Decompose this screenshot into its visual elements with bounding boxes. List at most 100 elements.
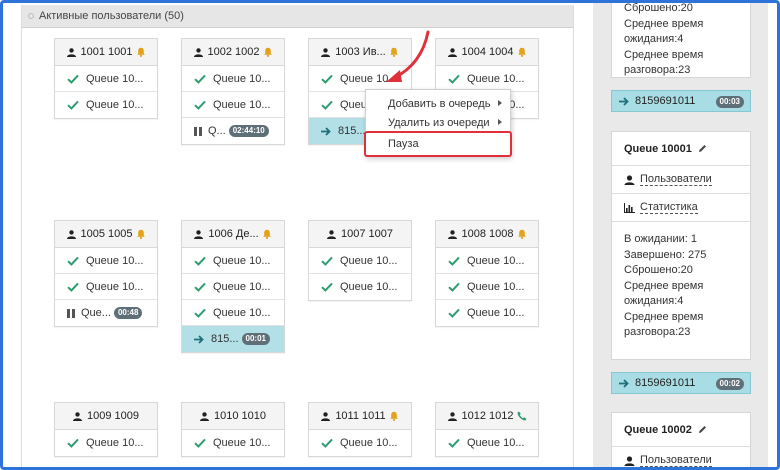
pause-icon: [67, 308, 75, 318]
check-icon: [321, 74, 333, 84]
queue-row[interactable]: Queue 10...: [182, 92, 284, 118]
row-label: Queue 10...: [86, 254, 144, 267]
user-name: 1005 1005: [80, 228, 133, 240]
user-icon: [194, 229, 204, 239]
user-card-header[interactable]: 1012 1012: [436, 403, 538, 430]
user-card[interactable]: 1006 Де... Queue 10... Queue 10... Queue 10…: [181, 220, 285, 353]
check-icon: [321, 438, 333, 448]
queue-users-link[interactable]: Пользователи: [612, 447, 750, 470]
bell-icon: [136, 229, 145, 239]
queue-row[interactable]: Queue 10...: [55, 92, 157, 118]
user-card-header[interactable]: 1010 1010: [182, 403, 284, 430]
queue-row[interactable]: Queue 10...: [182, 430, 284, 456]
queue-stat-line: разговора:23: [624, 64, 691, 76]
user-card[interactable]: 1001 1001 Queue 10... Queue 10...: [54, 38, 158, 119]
queue-row[interactable]: Queue 10...: [182, 248, 284, 274]
user-card-header[interactable]: 1004 1004: [436, 39, 538, 66]
user-icon: [447, 411, 457, 421]
queue-row[interactable]: Queue 10...: [55, 66, 157, 92]
row-label: Queue 10...: [467, 307, 525, 319]
row-label: Queue 10...: [86, 99, 144, 111]
user-icon: [73, 411, 82, 421]
call-row[interactable]: 815... 00:01: [182, 326, 284, 352]
row-label: Queue 10...: [86, 280, 144, 293]
row-label: Queue 10...: [467, 437, 525, 449]
user-card-header[interactable]: 1005 1005: [55, 221, 157, 248]
check-icon: [194, 308, 206, 318]
menu-item-remove-from-queue[interactable]: Удалить из очереди: [366, 113, 510, 132]
bell-icon: [517, 229, 526, 239]
queue-row[interactable]: Queue 10...: [182, 274, 284, 300]
pencil-icon[interactable]: [698, 425, 707, 434]
row-label: Queue 10...: [213, 254, 271, 267]
user-card-header[interactable]: 1006 Де...: [182, 221, 284, 248]
paused-queue-row[interactable]: Q... 02:44:10: [182, 118, 284, 144]
queue-users-link[interactable]: Пользователи: [612, 166, 750, 194]
queue-stat-line: Среднее время: [624, 279, 704, 292]
active-users-header[interactable]: Активные пользователи (50): [22, 5, 573, 28]
user-card-header[interactable]: 1011 1011: [309, 403, 411, 430]
queue-row[interactable]: Queue 10...: [182, 300, 284, 326]
user-card-header[interactable]: 1002 1002: [182, 39, 284, 66]
user-card[interactable]: 1012 1012 Queue 10...: [435, 402, 539, 457]
user-card-header[interactable]: 1008 1008: [436, 221, 538, 248]
row-label: Queue 10...: [467, 254, 525, 267]
check-icon: [448, 282, 460, 292]
queue-stat-line: ожидания:4: [624, 33, 684, 45]
row-label: 815...: [338, 125, 366, 137]
collapse-icon[interactable]: [28, 13, 34, 19]
queue-row[interactable]: Queue 10...: [182, 66, 284, 92]
row-label: Queue 10...: [213, 72, 271, 85]
pause-icon: [194, 126, 202, 136]
queue-row[interactable]: Queue 10...: [309, 248, 411, 274]
timer-badge: 00:01: [241, 333, 270, 345]
queue-row[interactable]: Queue 10...: [436, 300, 538, 326]
user-card[interactable]: 1011 1011 Queue 10...: [308, 402, 412, 457]
queues-column: Сброшено:20 Среднее время ожидания:4 Средне…: [593, 0, 768, 470]
check-icon: [448, 256, 460, 266]
queue-card-prev: Сброшено:20 Среднее время ожидания:4 Средне…: [611, 0, 751, 78]
annotation-arrow-icon: [386, 30, 430, 82]
submenu-caret-icon: [498, 119, 502, 125]
queue-row[interactable]: Queue 10...: [55, 274, 157, 300]
queue-row[interactable]: Queue 10...: [55, 430, 157, 456]
user-card[interactable]: 1002 1002 Queue 10... Queue 10... Q... 02:44…: [181, 38, 285, 145]
stats-link-label: Статистика: [640, 201, 698, 214]
queue-row[interactable]: Queue 10...: [436, 248, 538, 274]
row-label: Queue 10...: [213, 437, 271, 449]
queue-row[interactable]: Queue 10...: [436, 430, 538, 456]
queue-row[interactable]: Queue 10...: [309, 430, 411, 456]
row-label: Q...: [208, 125, 226, 137]
user-name: 1006 Де...: [208, 228, 259, 240]
user-name: 1002 1002: [207, 46, 260, 58]
user-card[interactable]: 1008 1008 Queue 10... Queue 10... Queue 10.…: [435, 220, 539, 327]
user-card[interactable]: 1009 1009 Queue 10...: [54, 402, 158, 457]
active-users-panel: Активные пользователи (50) 1001 1001 Queu…: [21, 5, 574, 470]
user-icon: [321, 411, 331, 421]
queue-call-row[interactable]: 8159691011 00:02: [611, 372, 751, 394]
row-label: Queue 10...: [213, 98, 271, 111]
user-name: 1004 1004: [461, 46, 514, 58]
check-icon: [67, 282, 79, 292]
arrow-right-icon: [619, 378, 629, 388]
queue-stats-link[interactable]: Статистика: [612, 194, 750, 222]
user-card-header[interactable]: 1007 1007: [309, 221, 411, 248]
user-card-header[interactable]: 1001 1001: [55, 39, 157, 66]
queue-row[interactable]: Queue 10...: [55, 248, 157, 274]
user-card-header[interactable]: 1009 1009: [55, 403, 157, 430]
queue-row[interactable]: Queue 10...: [309, 274, 411, 300]
menu-item-pause[interactable]: Пауза: [366, 134, 419, 154]
check-icon: [321, 100, 333, 110]
bell-icon: [262, 229, 271, 239]
row-label: Queue 10...: [340, 437, 398, 449]
menu-item-add-to-queue[interactable]: Добавить в очередь: [366, 94, 510, 113]
user-card[interactable]: 1010 1010 Queue 10...: [181, 402, 285, 457]
row-label: Queue 10...: [86, 437, 144, 449]
queue-row[interactable]: Queue 10...: [436, 274, 538, 300]
paused-queue-row[interactable]: Que... 00:48: [55, 300, 157, 326]
row-label: Queue 10...: [213, 280, 271, 293]
user-card[interactable]: 1007 1007 Queue 10... Queue 10...: [308, 220, 412, 301]
user-card[interactable]: 1005 1005 Queue 10... Queue 10... Que... 00:…: [54, 220, 158, 327]
pencil-icon[interactable]: [698, 144, 707, 153]
queue-call-row[interactable]: 8159691011 00:03: [611, 90, 751, 112]
